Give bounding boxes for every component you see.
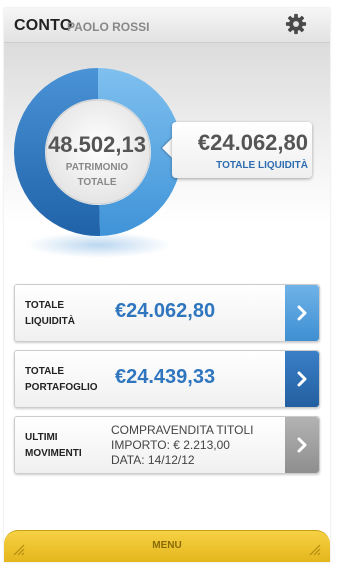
liquidity-label-line2: LIQUIDITÀ xyxy=(25,316,75,327)
user-name: PAOLO ROSSI xyxy=(67,20,150,34)
portfolio-card[interactable]: TOTALE PORTAFOGLIO €24.439,33 xyxy=(14,350,320,408)
donut-reflection xyxy=(26,232,172,258)
movements-card[interactable]: ULTIMI MOVIMENTI COMPRAVENDITA TITOLI IM… xyxy=(14,416,320,474)
portfolio-label-line1: TOTALE xyxy=(25,366,65,377)
chevron-right-icon xyxy=(297,305,307,321)
chevron-right-icon xyxy=(297,371,307,387)
movements-card-label: ULTIMI MOVIMENTI xyxy=(25,430,105,462)
movement-amount: IMPORTO: € 2.213,00 xyxy=(111,438,230,452)
total-label-line2: TOTALE xyxy=(77,177,117,188)
last-movement-details: COMPRAVENDITA TITOLI IMPORTO: € 2.213,00… xyxy=(111,423,281,468)
grip-right-icon xyxy=(309,544,321,556)
chevron-right-icon xyxy=(297,437,307,453)
movement-type: COMPRAVENDITA TITOLI xyxy=(111,423,254,437)
liquidity-card[interactable]: TOTALE LIQUIDITÀ €24.062,80 xyxy=(14,284,320,342)
portfolio-card-label: TOTALE PORTAFOGLIO xyxy=(25,364,105,396)
movements-card-button[interactable] xyxy=(285,417,319,473)
patrimonio-total-label: PATRIMONIO TOTALE xyxy=(52,160,142,190)
menu-bar[interactable]: MENU xyxy=(4,530,330,562)
liquidity-card-label: TOTALE LIQUIDITÀ xyxy=(25,298,105,330)
menu-label: MENU xyxy=(152,540,182,551)
liquidity-card-value: €24.062,80 xyxy=(115,300,216,322)
app-screen: CONTO PAOLO ROSSI 48.502,13 PATRIMONIO T… xyxy=(4,8,330,562)
portfolio-card-value: €24.439,33 xyxy=(115,366,216,388)
callout-amount: €24.062,80 xyxy=(197,130,308,155)
liquidity-card-button[interactable] xyxy=(285,285,319,341)
page-title: CONTO xyxy=(14,17,73,34)
total-label-line1: PATRIMONIO xyxy=(65,162,129,173)
portfolio-card-button[interactable] xyxy=(285,351,319,407)
movements-label-line1: ULTIMI xyxy=(25,432,58,443)
liquidity-label-line1: TOTALE xyxy=(25,300,65,311)
callout-label: TOTALE LIQUIDITÀ xyxy=(216,160,308,171)
liquidity-callout: €24.062,80 TOTALE LIQUIDITÀ xyxy=(162,122,314,178)
top-bar: CONTO PAOLO ROSSI xyxy=(4,8,330,43)
patrimonio-total-value: 48.502,13 xyxy=(48,132,146,157)
portfolio-label-line2: PORTAFOGLIO xyxy=(25,382,98,393)
gear-icon[interactable] xyxy=(285,13,307,35)
movements-label-line2: MOVIMENTI xyxy=(25,448,82,459)
movement-date: DATA: 14/12/12 xyxy=(111,453,195,467)
